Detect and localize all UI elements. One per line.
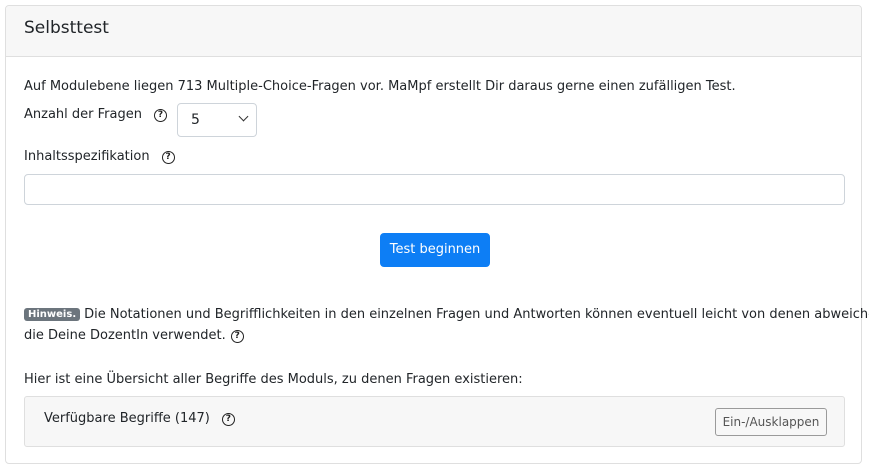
chevron-down-icon [238, 111, 249, 122]
note-line-2: die Deine DozentIn verwendet.? [24, 328, 244, 343]
content-spec-input[interactable] [24, 174, 845, 205]
card-header: Selbsttest [6, 6, 861, 57]
start-test-button[interactable]: Test beginnen [380, 233, 490, 267]
note-line-1: Hinweis. Die Notationen und Begrifflichke… [24, 307, 869, 322]
question-circle-icon[interactable]: ? [221, 413, 235, 426]
intro-text: Auf Modulebene liegen 713 Multiple-Choic… [24, 79, 736, 94]
terms-panel-label-row: Verfügbare Begriffe (147)? [44, 411, 235, 426]
note-badge: Hinweis. [24, 308, 81, 321]
question-count-label-row: Anzahl der Fragen? [24, 107, 167, 122]
toggle-terms-button[interactable]: Ein-/Ausklappen [715, 408, 827, 436]
question-count-label: Anzahl der Fragen [24, 107, 142, 122]
terms-panel-label: Verfügbare Begriffe (147) [44, 411, 210, 426]
question-circle-icon[interactable]: ? [153, 109, 167, 122]
question-circle-icon[interactable]: ? [230, 330, 244, 343]
question-count-select[interactable]: 5 [177, 103, 257, 137]
question-count-value: 5 [191, 112, 200, 128]
note-text-2: die Deine DozentIn verwendet. [24, 328, 226, 343]
overview-text: Hier ist eine Übersicht aller Begriffe d… [24, 372, 523, 387]
question-circle-icon[interactable]: ? [161, 151, 175, 164]
content-spec-label: Inhaltsspezifikation [24, 149, 150, 164]
terms-panel: Verfügbare Begriffe (147)? Ein-/Ausklapp… [24, 396, 845, 447]
selftest-card: Selbsttest Auf Modulebene liegen 713 Mul… [5, 5, 869, 464]
card-title: Selbsttest [24, 18, 109, 38]
note-text-1: Die Notationen und Begrifflichkeiten in … [84, 307, 869, 322]
content-spec-label-row: Inhaltsspezifikation? [24, 149, 175, 164]
